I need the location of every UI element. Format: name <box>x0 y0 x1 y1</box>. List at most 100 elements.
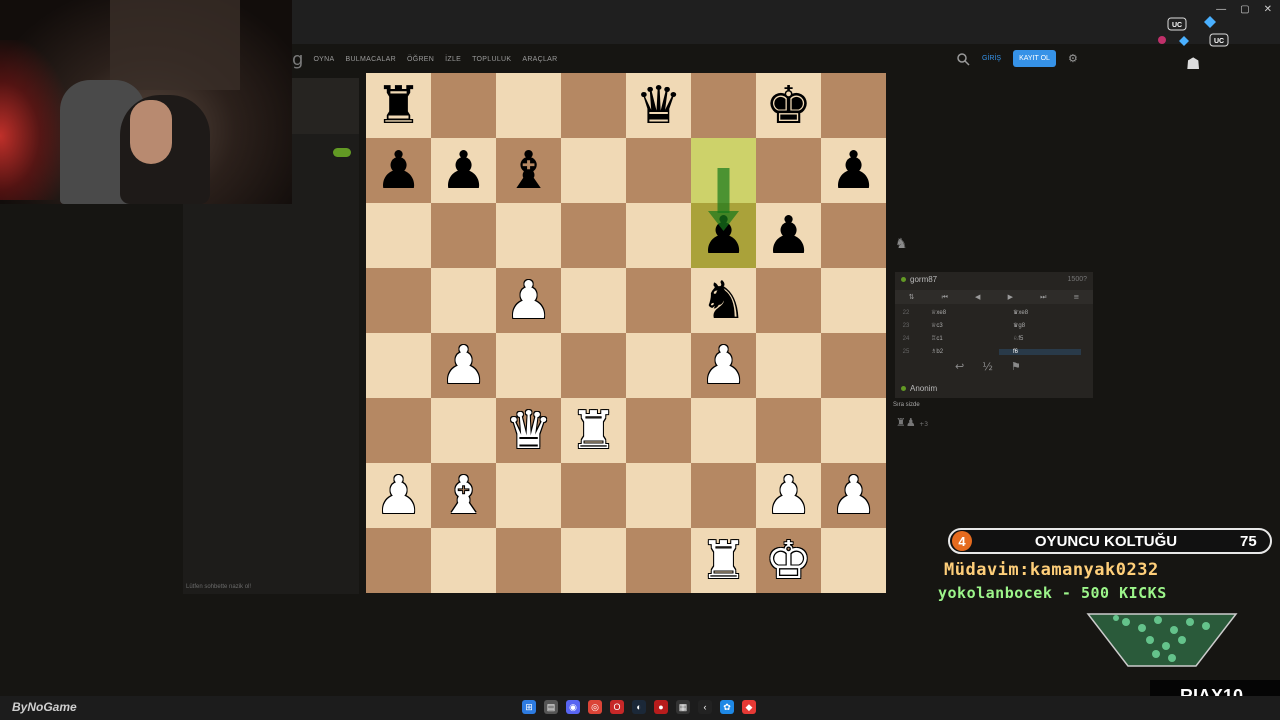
square-g1[interactable]: ♚ <box>756 528 821 593</box>
prev-move-icon[interactable]: ◀ <box>975 293 980 301</box>
square-e2[interactable] <box>626 463 691 528</box>
login-link[interactable]: GİRİŞ <box>982 55 1001 62</box>
square-c2[interactable] <box>496 463 561 528</box>
square-a5[interactable] <box>366 268 431 333</box>
opera-icon[interactable]: O <box>610 700 624 714</box>
black-bishop-icon[interactable]: ♝ <box>505 145 552 197</box>
signup-button[interactable]: KAYIT OL <box>1013 50 1056 67</box>
white-pawn-icon[interactable]: ♟ <box>375 470 422 522</box>
square-b3[interactable] <box>431 398 496 463</box>
white-pawn-icon[interactable]: ♟ <box>440 340 487 392</box>
black-move[interactable]: f6 <box>999 348 1081 355</box>
square-e6[interactable] <box>626 203 691 268</box>
square-h6[interactable] <box>821 203 886 268</box>
square-g3[interactable] <box>756 398 821 463</box>
epic-icon[interactable]: ‹ <box>698 700 712 714</box>
nav-play[interactable]: OYNA <box>313 56 334 63</box>
black-pawn-icon[interactable]: ♟ <box>440 145 487 197</box>
first-move-icon[interactable]: ⏮ <box>942 293 948 302</box>
square-a1[interactable] <box>366 528 431 593</box>
square-d6[interactable] <box>561 203 626 268</box>
square-d7[interactable] <box>561 138 626 203</box>
square-g6[interactable]: ♟ <box>756 203 821 268</box>
square-b8[interactable] <box>431 73 496 138</box>
black-pawn-icon[interactable]: ♟ <box>375 145 422 197</box>
square-h4[interactable] <box>821 333 886 398</box>
steam-icon[interactable]: ◐ <box>632 700 646 714</box>
square-a4[interactable] <box>366 333 431 398</box>
draw-offer-icon[interactable]: ½ <box>982 360 993 373</box>
nav-learn[interactable]: ÖĞREN <box>407 56 434 63</box>
resign-flag-icon[interactable]: ⚑ <box>1011 360 1021 373</box>
square-f7[interactable] <box>691 138 756 203</box>
black-move[interactable]: ♛xe8 <box>999 309 1081 316</box>
white-king-icon[interactable]: ♚ <box>765 535 812 587</box>
square-g8[interactable]: ♚ <box>756 73 821 138</box>
last-move-icon[interactable]: ⏭ <box>1040 293 1046 302</box>
bottom-player[interactable]: Anonim <box>901 384 937 393</box>
square-c5[interactable]: ♟ <box>496 268 561 333</box>
square-f5[interactable]: ♞ <box>691 268 756 333</box>
nav-puzzles[interactable]: BULMACALAR <box>345 56 395 63</box>
square-f2[interactable] <box>691 463 756 528</box>
square-g2[interactable]: ♟ <box>756 463 821 528</box>
white-pawn-icon[interactable]: ♟ <box>700 340 747 392</box>
calculator-icon[interactable]: ▦ <box>676 700 690 714</box>
square-a2[interactable]: ♟ <box>366 463 431 528</box>
white-bishop-icon[interactable]: ♝ <box>440 470 487 522</box>
square-h8[interactable] <box>821 73 886 138</box>
white-pawn-icon[interactable]: ♟ <box>830 470 877 522</box>
white-pawn-icon[interactable]: ♟ <box>505 275 552 327</box>
app-red-icon[interactable]: ● <box>654 700 668 714</box>
square-e3[interactable] <box>626 398 691 463</box>
square-f3[interactable] <box>691 398 756 463</box>
square-f1[interactable]: ♜ <box>691 528 756 593</box>
black-move[interactable]: ♘f5 <box>999 335 1081 342</box>
black-rook-icon[interactable]: ♜ <box>375 80 422 132</box>
square-c1[interactable] <box>496 528 561 593</box>
square-a3[interactable] <box>366 398 431 463</box>
white-move[interactable]: ♕xe8 <box>917 309 999 316</box>
square-e7[interactable] <box>626 138 691 203</box>
square-d5[interactable] <box>561 268 626 333</box>
square-d2[interactable] <box>561 463 626 528</box>
square-h7[interactable]: ♟ <box>821 138 886 203</box>
white-move[interactable]: ♗b2 <box>917 348 999 355</box>
square-d4[interactable] <box>561 333 626 398</box>
gear-icon[interactable]: ⚙ <box>1068 52 1078 65</box>
square-d3[interactable]: ♜ <box>561 398 626 463</box>
maximize-button[interactable]: ▢ <box>1240 4 1249 15</box>
close-button[interactable]: ✕ <box>1264 4 1272 15</box>
nav-tools[interactable]: ARAÇLAR <box>522 56 557 63</box>
square-h5[interactable] <box>821 268 886 333</box>
black-king-icon[interactable]: ♚ <box>765 80 812 132</box>
square-f8[interactable] <box>691 73 756 138</box>
square-d1[interactable] <box>561 528 626 593</box>
square-d8[interactable] <box>561 73 626 138</box>
search-icon[interactable] <box>956 52 970 66</box>
settings-icon[interactable]: ✿ <box>720 700 734 714</box>
nav-watch[interactable]: İZLE <box>445 56 461 63</box>
square-a6[interactable] <box>366 203 431 268</box>
black-move[interactable]: ♛g8 <box>999 322 1081 329</box>
square-e1[interactable] <box>626 528 691 593</box>
square-e4[interactable] <box>626 333 691 398</box>
square-b4[interactable]: ♟ <box>431 333 496 398</box>
square-b7[interactable]: ♟ <box>431 138 496 203</box>
black-pawn-icon[interactable]: ♟ <box>830 145 877 197</box>
square-b2[interactable]: ♝ <box>431 463 496 528</box>
square-c6[interactable] <box>496 203 561 268</box>
white-rook-icon[interactable]: ♜ <box>570 405 617 457</box>
start-icon[interactable]: ⊞ <box>522 700 536 714</box>
square-g5[interactable] <box>756 268 821 333</box>
takeback-icon[interactable]: ↩ <box>955 360 964 373</box>
square-e8[interactable]: ♛ <box>626 73 691 138</box>
white-queen-icon[interactable]: ♛ <box>505 405 552 457</box>
white-rook-icon[interactable]: ♜ <box>700 535 747 587</box>
menu-icon[interactable]: ≡ <box>1074 293 1080 301</box>
square-h3[interactable] <box>821 398 886 463</box>
square-h2[interactable]: ♟ <box>821 463 886 528</box>
black-queen-icon[interactable]: ♛ <box>635 80 682 132</box>
chat-toggle[interactable] <box>333 148 351 157</box>
white-move[interactable]: ♕c3 <box>917 322 999 329</box>
